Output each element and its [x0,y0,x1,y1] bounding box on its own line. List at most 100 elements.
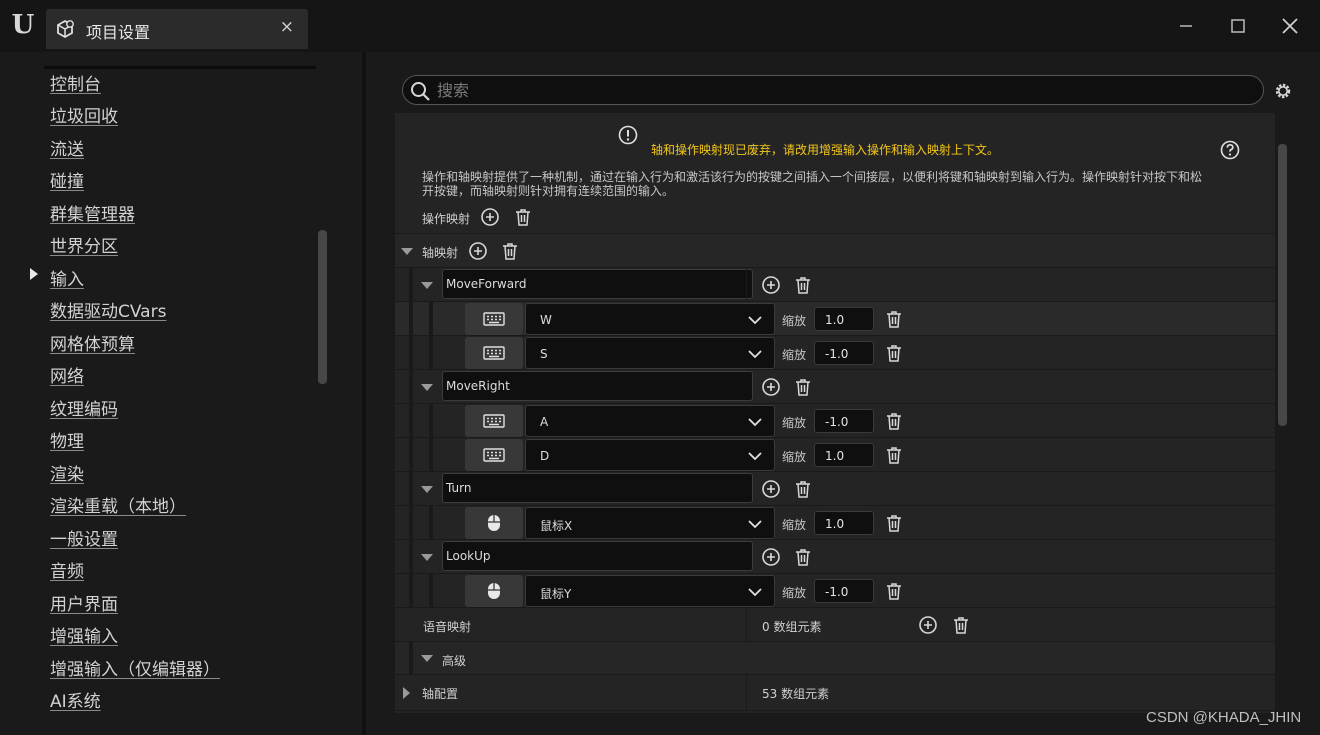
scale-input[interactable]: 1.0 [814,307,874,331]
key-capture-button[interactable] [465,303,523,335]
sidebar-item-input[interactable]: 输入 [50,265,84,290]
remove-key-button[interactable] [884,581,904,601]
maximize-icon [1231,19,1245,33]
key-capture-button[interactable] [465,337,523,369]
column-splitter[interactable] [746,608,747,642]
scale-label: 缩放 [782,586,807,600]
help-icon[interactable] [1220,140,1240,160]
sidebar-item-cluster-manager[interactable]: 群集管理器 [50,200,135,225]
sidebar-item-network[interactable]: 网络 [50,362,84,387]
add-axis-mapping-button[interactable] [468,241,488,261]
trash-icon [503,243,517,260]
gear-icon[interactable] [1272,80,1294,102]
collapse-arrow-icon[interactable] [401,248,413,255]
sidebar-item-collision[interactable]: 碰撞 [50,167,84,192]
keyboard-icon [483,448,505,462]
key-capture-button[interactable] [465,575,523,607]
close-window-button[interactable] [1276,12,1304,40]
tab-close-button[interactable]: × [280,17,294,37]
axis-name-field[interactable]: LookUp [442,541,753,571]
axis-name-field[interactable]: Turn [442,473,753,503]
clear-speech-mappings-button[interactable] [951,615,971,635]
remove-axis-button[interactable] [793,479,813,499]
sidebar-item-texture-encoding[interactable]: 纹理编码 [50,395,118,420]
details-scrollbar[interactable] [1278,144,1287,426]
indent-guide [409,506,413,540]
scale-input[interactable]: -1.0 [814,409,874,433]
sidebar-item-data-driven-cvars[interactable]: 数据驱动CVars [50,297,166,322]
key-select[interactable]: D [525,439,775,471]
sidebar-item-rendering[interactable]: 渲染 [50,460,84,485]
sidebar-item-user-interface[interactable]: 用户界面 [50,590,118,615]
tab-title: 项目设置 [86,23,151,42]
key-select[interactable]: 鼠标X [525,507,775,539]
search-icon [411,82,430,101]
expand-arrow-icon[interactable] [403,687,410,699]
scale-input[interactable]: 1.0 [814,443,874,467]
remove-key-button[interactable] [884,513,904,533]
sidebar-item-audio[interactable]: 音频 [50,557,84,582]
column-splitter[interactable] [746,675,747,711]
sidebar-item-world-partition[interactable]: 世界分区 [50,232,118,257]
key-capture-button[interactable] [465,507,523,539]
axis-mappings-row[interactable]: 轴映射 [395,234,1275,268]
remove-key-button[interactable] [884,343,904,363]
add-key-button[interactable] [761,479,781,499]
unreal-logo-icon[interactable]: U [8,10,38,40]
add-speech-mapping-button[interactable] [918,615,938,635]
add-key-button[interactable] [761,377,781,397]
sidebar-item-garbage-collection[interactable]: 垃圾回收 [50,102,118,127]
key-capture-button[interactable] [465,405,523,437]
collapse-arrow-icon[interactable] [421,554,433,561]
project-settings-tab[interactable]: 项目设置 × [46,9,308,49]
sidebar-item-enhanced-input[interactable]: 增强输入 [50,622,118,647]
key-capture-button[interactable] [465,439,523,471]
advanced-section-row[interactable]: 高级 [395,642,1275,675]
remove-key-button[interactable] [884,445,904,465]
indent-guide [409,642,413,675]
column-splitter[interactable] [746,268,747,302]
sidebar-item-console[interactable]: 控制台 [50,70,101,95]
key-select[interactable]: W [525,303,775,335]
key-select[interactable]: 鼠标Y [525,575,775,607]
scale-input[interactable]: -1.0 [814,341,874,365]
key-select-value: 鼠标Y [540,587,572,601]
chevron-down-icon [748,350,762,359]
search-input[interactable] [437,79,1237,101]
sidebar-item-streaming[interactable]: 流送 [50,135,84,160]
scale-input[interactable]: -1.0 [814,579,874,603]
sidebar-scrollbar[interactable] [318,230,327,384]
add-key-button[interactable] [761,547,781,567]
minimize-button[interactable] [1172,12,1200,40]
sidebar-item-general-settings[interactable]: 一般设置 [50,525,118,550]
sidebar-item-enhanced-input-editor[interactable]: 增强输入（仅编辑器） [50,655,220,680]
collapse-arrow-icon[interactable] [421,655,433,662]
title-bar: U 项目设置 × [0,0,1320,52]
remove-axis-button[interactable] [793,547,813,567]
remove-axis-button[interactable] [793,275,813,295]
sidebar-item-ai-system[interactable]: AI系统 [50,687,101,712]
remove-key-button[interactable] [884,411,904,431]
details-area: 轴和操作映射现已废弃，请改用增强输入操作和输入映射上下文。 操作和轴映射提供了一… [366,52,1320,735]
add-key-button[interactable] [761,275,781,295]
sidebar-item-physics[interactable]: 物理 [50,427,84,452]
trash-icon [887,447,901,464]
collapse-arrow-icon[interactable] [421,384,433,391]
collapse-arrow-icon[interactable] [421,486,433,493]
chevron-down-icon [748,588,762,597]
remove-axis-button[interactable] [793,377,813,397]
axis-name-field[interactable]: MoveForward [442,269,753,299]
scale-input[interactable]: 1.0 [814,511,874,535]
sidebar-item-mesh-budget[interactable]: 网格体预算 [50,330,135,355]
add-action-mapping-button[interactable] [480,207,500,227]
clear-action-mappings-button[interactable] [513,207,533,227]
key-select[interactable]: S [525,337,775,369]
sidebar-item-rendering-overrides[interactable]: 渲染重载（本地） [50,492,186,517]
clear-axis-mappings-button[interactable] [500,241,520,261]
chevron-down-icon [748,452,762,461]
collapse-arrow-icon[interactable] [421,282,433,289]
remove-key-button[interactable] [884,309,904,329]
maximize-button[interactable] [1224,12,1252,40]
axis-name-field[interactable]: MoveRight [442,371,753,401]
key-select[interactable]: A [525,405,775,437]
